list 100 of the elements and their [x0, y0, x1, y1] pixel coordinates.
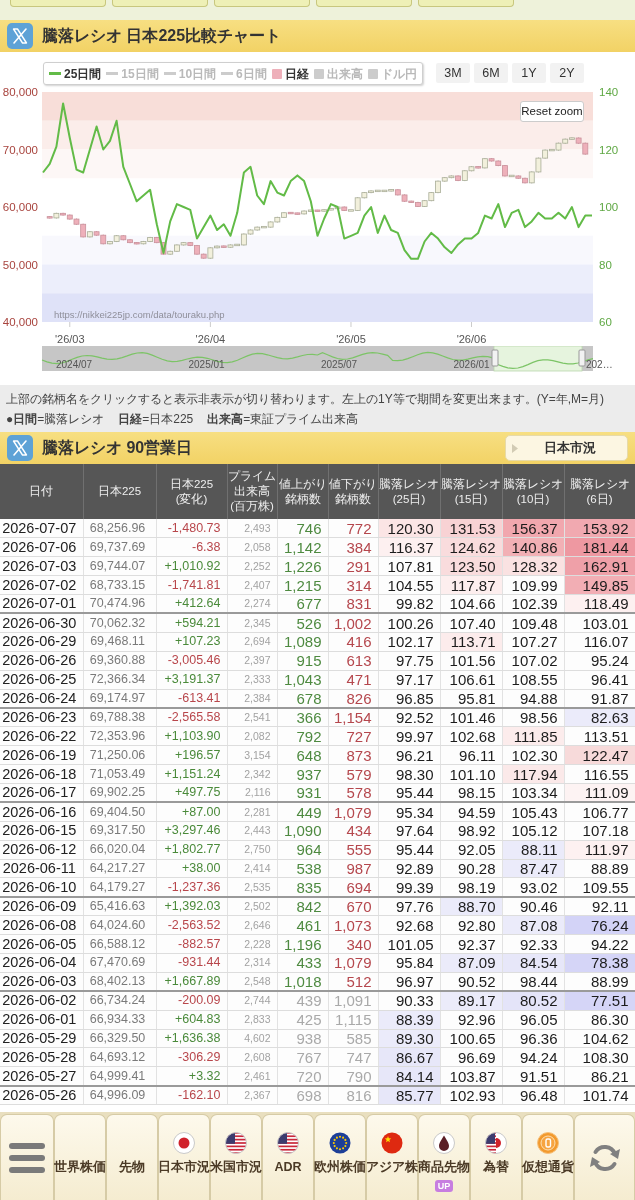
table-cell: 156.37	[502, 519, 564, 538]
axis-label: '26/03	[54, 333, 85, 345]
column-header: 騰落レシオ (10日)	[502, 464, 564, 519]
column-header: 騰落レシオ (6日)	[564, 464, 635, 519]
table-cell: 92.52	[378, 707, 440, 727]
column-header: 日本225 (変化)	[156, 464, 227, 519]
table-cell: -200.09	[156, 991, 227, 1011]
table-cell: 2,345	[227, 613, 277, 633]
table-cell: 449	[277, 802, 328, 822]
table-cell: 131.53	[440, 519, 502, 538]
table-cell: 1,079	[328, 802, 378, 822]
navigator-label: 2024/07	[56, 359, 93, 370]
table-cell: 2,541	[227, 707, 277, 727]
table-cell: 366	[277, 707, 328, 727]
table-cell: 1,154	[328, 707, 378, 727]
table-cell: 2,493	[227, 519, 277, 538]
table-cell: 69,404.50	[83, 802, 156, 822]
table-cell: -1,480.73	[156, 519, 227, 538]
chart-credit: https://nikkei225jp.com/data/touraku.php	[54, 309, 225, 320]
table-cell: 77.51	[564, 991, 635, 1011]
table-cell: 698	[277, 1085, 328, 1105]
table-cell: 107.40	[440, 613, 502, 633]
table-cell: 746	[277, 519, 328, 538]
axis-label: 60	[599, 316, 612, 328]
table-cell: 2026-06-23	[0, 707, 83, 727]
table-cell: -2,565.58	[156, 707, 227, 727]
table-cell: 101.74	[564, 1085, 635, 1105]
axis-label: '26/05	[336, 333, 366, 345]
table-cell: +87.00	[156, 802, 227, 822]
column-header: 値上がり 銘柄数	[277, 464, 328, 519]
table-cell: 103.01	[564, 613, 635, 633]
table-cell: 92.11	[564, 896, 635, 916]
table-cell: 670	[328, 896, 378, 916]
table-cell: 439	[277, 991, 328, 1011]
legend-note: 出来高=東証プライム出来高	[207, 411, 359, 428]
info-text: 上部の銘柄名をクリックすると表示非表示が切り替わります。左上の1Y等で期間を変更出来ます。(Y=年,M=月)	[6, 391, 606, 408]
section-title: 騰落レシオ 90営業日	[42, 438, 193, 458]
column-header: 日付	[0, 464, 83, 519]
table-cell: 69,788.38	[83, 707, 156, 727]
column-header: 日本225	[83, 464, 156, 519]
axis-label: 70,000	[2, 143, 38, 156]
table-cell: 2026-06-02	[0, 991, 83, 1011]
axis-label: 50,000	[2, 258, 38, 271]
navigator-label: 2026/01	[453, 359, 490, 370]
axis-label: 40,000	[2, 316, 38, 328]
column-header: 騰落レシオ (15日)	[440, 464, 502, 519]
table-cell: 526	[277, 613, 328, 633]
table-cell: 96.48	[502, 1085, 564, 1105]
axis-label: '26/06	[456, 333, 487, 345]
table-cell: 1,002	[328, 613, 378, 633]
table-cell: 2,367	[227, 1085, 277, 1105]
table-cell: 70,062.32	[83, 613, 156, 633]
column-header: 騰落レシオ (25日)	[378, 464, 440, 519]
table-cell: +594.21	[156, 613, 227, 633]
navigator-label: 2025/01	[188, 359, 225, 370]
table-cell: 82.63	[564, 707, 635, 727]
table-cell: 85.77	[378, 1085, 440, 1105]
update-badge: UP	[434, 1180, 454, 1192]
table-cell: 66,734.24	[83, 991, 156, 1011]
table-cell: 2,744	[227, 991, 277, 1011]
table-cell: 2026-06-16	[0, 802, 83, 822]
legend-note: ●日間=騰落レシオ	[6, 411, 105, 428]
table-cell: 106.77	[564, 802, 635, 822]
table-cell: 120.30	[378, 519, 440, 538]
table-cell: 772	[328, 519, 378, 538]
table-cell: 94.59	[440, 802, 502, 822]
table-cell: 105.43	[502, 802, 564, 822]
table-cell: 97.76	[378, 896, 440, 916]
table-cell: 68,256.96	[83, 519, 156, 538]
table-cell: 2,281	[227, 802, 277, 822]
section-title: 騰落レシオ 日本225比較チャート	[42, 26, 282, 46]
table-cell: 80.52	[502, 991, 564, 1011]
table-cell: -162.10	[156, 1085, 227, 1105]
table-cell: 88.70	[440, 896, 502, 916]
table-cell: 153.92	[564, 519, 635, 538]
table-cell: 90.33	[378, 991, 440, 1011]
table-cell: 816	[328, 1085, 378, 1105]
table-cell: 90.46	[502, 896, 564, 916]
table-cell: 65,416.63	[83, 896, 156, 916]
table-cell: 842	[277, 896, 328, 916]
axis-label: 100	[599, 201, 619, 213]
table-cell: 2026-07-07	[0, 519, 83, 538]
axis-label: 80	[599, 258, 612, 271]
table-cell: 100.26	[378, 613, 440, 633]
table-cell: 95.34	[378, 802, 440, 822]
table-cell: +1,392.03	[156, 896, 227, 916]
column-header: プライム 出来高 (百万株)	[227, 464, 277, 519]
legend-note: 日経=日本225	[118, 411, 194, 428]
navigator-label: 2025/07	[321, 359, 358, 370]
table-cell: 2,502	[227, 896, 277, 916]
axis-label: '26/04	[195, 333, 226, 345]
table-cell: 102.93	[440, 1085, 502, 1105]
table-cell: 89.17	[440, 991, 502, 1011]
table-cell: 109.48	[502, 613, 564, 633]
table-cell: 1,091	[328, 991, 378, 1011]
table-cell: 2026-05-26	[0, 1085, 83, 1105]
axis-label: 140	[599, 86, 619, 98]
table-cell: 98.56	[502, 707, 564, 727]
axis-label: 80,000	[2, 86, 38, 98]
column-header: 値下がり 銘柄数	[328, 464, 378, 519]
